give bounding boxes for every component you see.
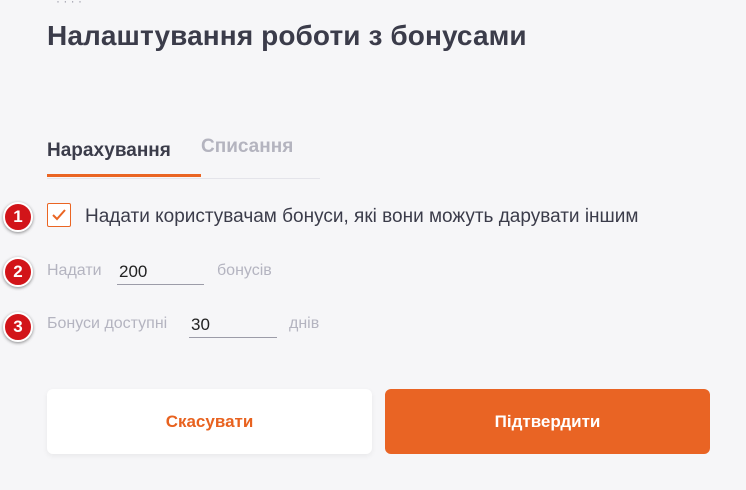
step-marker-3: 3 [3,312,33,342]
available-suffix-label: днів [289,315,320,332]
tab-accrual[interactable]: Нарахування [47,136,201,177]
availability-days-input[interactable] [189,312,277,338]
breadcrumb-fragment: · · · · [56,0,82,8]
give-suffix-label: бонусів [217,262,272,279]
gift-bonuses-label: Надати користувачам бонуси, які вони мож… [85,206,639,227]
confirm-button[interactable]: Підтвердити [385,389,710,454]
available-prefix-label: Бонуси доступні [47,315,168,332]
checkmark-icon [52,209,66,221]
page-title: Налаштування роботи з бонусами [47,20,527,51]
step-marker-1: 1 [3,202,33,232]
bonus-amount-input[interactable] [117,259,204,285]
tab-writeoff[interactable]: Списання [201,136,293,177]
give-prefix-label: Надати [47,262,102,279]
tabs: Нарахування Списання [47,132,320,179]
step-marker-2: 2 [3,257,33,287]
cancel-button[interactable]: Скасувати [47,389,372,454]
gift-bonuses-checkbox[interactable] [47,203,71,227]
